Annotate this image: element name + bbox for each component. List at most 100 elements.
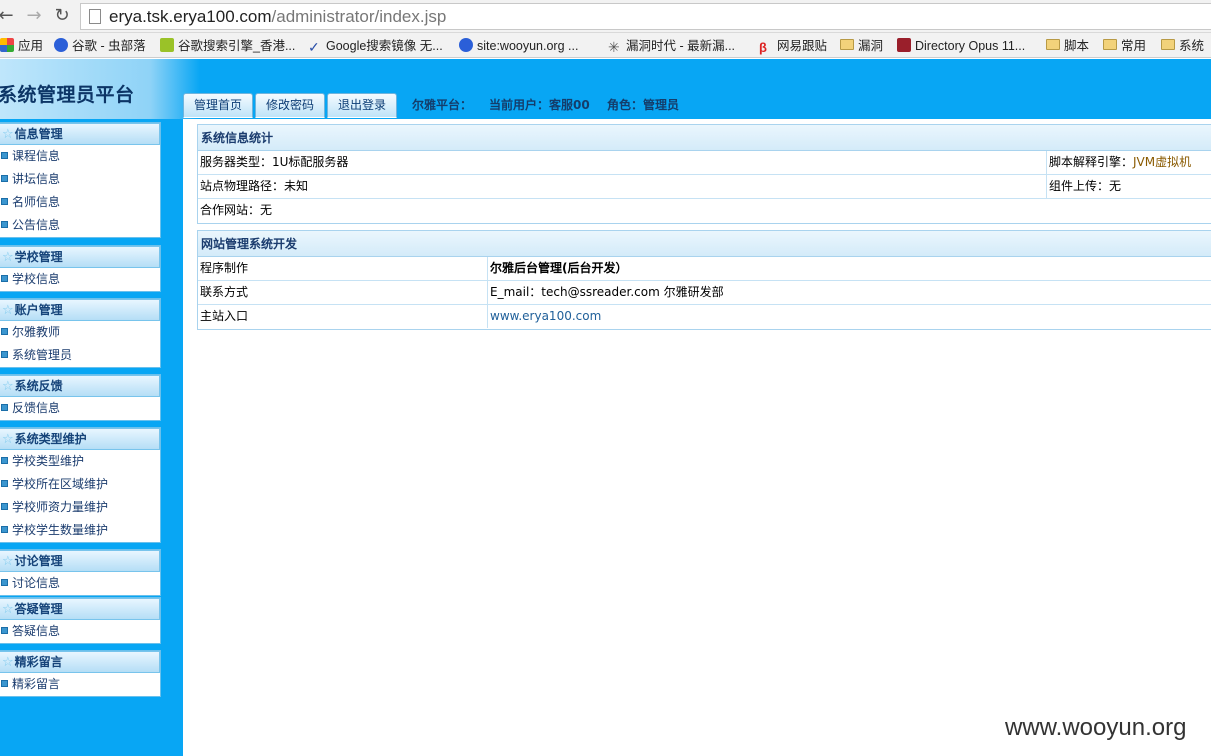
physical-path: 站点物理路径：未知	[200, 179, 309, 193]
sidebar-group-header[interactable]: ☆讨论管理	[0, 550, 160, 572]
sidebar-group-qa: ☆答疑管理 答疑信息	[0, 597, 161, 644]
app-header	[0, 59, 1211, 119]
bullet-icon	[1, 457, 8, 464]
forward-arrow-icon[interactable]: →	[24, 6, 44, 26]
paw-icon	[54, 38, 68, 52]
folder-icon	[1161, 39, 1175, 50]
apps-icon	[0, 38, 14, 52]
sidebar-group-header[interactable]: ☆精彩留言	[0, 651, 160, 673]
bookmark-apps[interactable]: 应用	[0, 37, 43, 55]
tab-admin-home[interactable]: 管理首页	[183, 93, 254, 118]
group-title: 讨论管理	[14, 554, 63, 568]
bookmark-site-wooyun[interactable]: site:wooyun.org ...	[459, 37, 578, 55]
sidebar-item-school-faculty[interactable]: 学校师资力量维护	[0, 496, 160, 519]
group-title: 信息管理	[14, 127, 63, 141]
reload-icon[interactable]: ↻	[52, 6, 72, 26]
netease-icon: β	[759, 40, 767, 55]
bookmark-label: 应用	[18, 39, 44, 53]
page-icon	[89, 9, 101, 24]
bookmark-label: 谷歌搜索引擎_香港...	[178, 39, 296, 53]
sidebar-group-header[interactable]: ☆学校管理	[0, 246, 160, 268]
item-label: 尔雅教师	[12, 325, 61, 339]
devinfo-label: 联系方式	[200, 285, 249, 299]
bookmark-chongbuluo[interactable]: 谷歌 - 虫部落	[54, 37, 146, 55]
sidebar-item-messages[interactable]: 精彩留言	[0, 673, 160, 696]
sidebar-item-erya-teacher[interactable]: 尔雅教师	[0, 321, 160, 344]
item-label: 学校类型维护	[12, 454, 85, 468]
sidebar-item-forum[interactable]: 讲坛信息	[0, 168, 160, 191]
main-site-link[interactable]: www.erya100.com	[487, 305, 1211, 328]
devinfo-label: 主站入口	[200, 309, 249, 323]
bird-icon: ✓	[308, 39, 320, 55]
bookmark-label: 网易跟贴	[777, 39, 828, 53]
item-label: 课程信息	[12, 149, 61, 163]
sidebar-item-school[interactable]: 学校信息	[0, 268, 160, 291]
bookmark-directory-opus[interactable]: Directory Opus 11...	[897, 37, 1025, 55]
bullet-icon	[1, 579, 8, 586]
bookmark-google-hk[interactable]: 谷歌搜索引擎_香港...	[160, 37, 295, 55]
bookmark-netease[interactable]: β 网易跟贴	[759, 37, 827, 55]
tab-change-password[interactable]: 修改密码	[255, 93, 326, 118]
item-label: 讨论信息	[12, 576, 61, 590]
bookmark-label: Google搜索镜像 无...	[326, 39, 443, 53]
sidebar-group-types: ☆系统类型维护 学校类型维护 学校所在区域维护 学校师资力量维护 学校学生数量维…	[0, 427, 161, 543]
sidebar-item-school-students[interactable]: 学校学生数量维护	[0, 519, 160, 542]
bookmark-label: 漏洞时代 - 最新漏...	[626, 39, 736, 53]
item-label: 学校所在区域维护	[12, 477, 109, 491]
sysinfo-row: 站点物理路径：未知 组件上传：无	[198, 175, 1211, 199]
sidebar-item-feedback[interactable]: 反馈信息	[0, 397, 160, 420]
platform-label: 尔雅平台：	[412, 98, 473, 112]
bullet-icon	[1, 152, 8, 159]
sidebar-item-qa[interactable]: 答疑信息	[0, 620, 160, 643]
sidebar-group-header[interactable]: ☆系统类型维护	[0, 428, 160, 450]
sidebar-item-teacher[interactable]: 名师信息	[0, 191, 160, 214]
back-arrow-icon[interactable]: ←	[0, 6, 16, 26]
bookmark-google-mirror[interactable]: ✓ Google搜索镜像 无...	[308, 37, 443, 55]
item-label: 讲坛信息	[12, 172, 61, 186]
devinfo-title: 网站管理系统开发	[198, 231, 1211, 257]
bullet-icon	[1, 680, 8, 687]
bullet-icon	[1, 351, 8, 358]
sidebar-group-header[interactable]: ☆系统反馈	[0, 375, 160, 397]
star-icon: ☆	[2, 250, 14, 265]
component-upload: 组件上传：无	[1046, 175, 1211, 198]
sidebar-item-school-region[interactable]: 学校所在区域维护	[0, 473, 160, 496]
folder-icon	[1046, 39, 1060, 50]
bookmark-loudong-shidai[interactable]: ✳ 漏洞时代 - 最新漏...	[608, 37, 735, 55]
item-label: 公告信息	[12, 218, 61, 232]
devinfo-row: 主站入口 www.erya100.com	[198, 305, 1211, 329]
sidebar-item-course[interactable]: 课程信息	[0, 145, 160, 168]
sidebar-group-header[interactable]: ☆账户管理	[0, 299, 160, 321]
star-icon: ☆	[2, 432, 14, 447]
url-path: /administrator/index.jsp	[271, 7, 447, 26]
item-label: 名师信息	[12, 195, 61, 209]
star-icon: ☆	[2, 602, 14, 617]
bookmark-label: site:wooyun.org ...	[477, 39, 579, 53]
sidebar-group-header[interactable]: ☆答疑管理	[0, 598, 160, 620]
dopus-icon	[897, 38, 911, 52]
bookmarks-bar: 应用 谷歌 - 虫部落 谷歌搜索引擎_香港... ✓ Google搜索镜像 无..…	[0, 33, 1211, 58]
group-title: 系统反馈	[14, 379, 63, 393]
star-icon: ☆	[2, 127, 14, 142]
bookmark-folder-system[interactable]: 系统	[1161, 37, 1204, 55]
sidebar-group-header[interactable]: ☆信息管理	[0, 123, 160, 145]
sidebar-item-discussion[interactable]: 讨论信息	[0, 572, 160, 595]
bookmark-folder-scripts[interactable]: 脚本	[1046, 37, 1089, 55]
folder-icon	[1103, 39, 1117, 50]
star-icon: ✳	[608, 39, 620, 55]
sidebar-item-notice[interactable]: 公告信息	[0, 214, 160, 237]
devinfo-row: 程序制作 尔雅后台管理(后台开发）	[198, 257, 1211, 281]
green-icon	[160, 38, 174, 52]
sidebar-item-school-type[interactable]: 学校类型维护	[0, 450, 160, 473]
script-engine: 脚本解释引擎：JVM虚拟机	[1046, 151, 1211, 174]
devinfo-label: 程序制作	[200, 261, 249, 275]
bookmark-label: 漏洞	[858, 39, 884, 53]
bookmark-folder-common[interactable]: 常用	[1103, 37, 1146, 55]
address-bar[interactable]: erya.tsk.erya100.com/administrator/index…	[80, 3, 1211, 30]
sidebar-item-sys-admin[interactable]: 系统管理员	[0, 344, 160, 367]
bookmark-folder-loudong[interactable]: 漏洞	[840, 37, 883, 55]
group-title: 账户管理	[14, 303, 63, 317]
star-icon: ☆	[2, 303, 14, 318]
bookmark-label: 系统	[1179, 39, 1205, 53]
tab-logout[interactable]: 退出登录	[327, 93, 398, 118]
